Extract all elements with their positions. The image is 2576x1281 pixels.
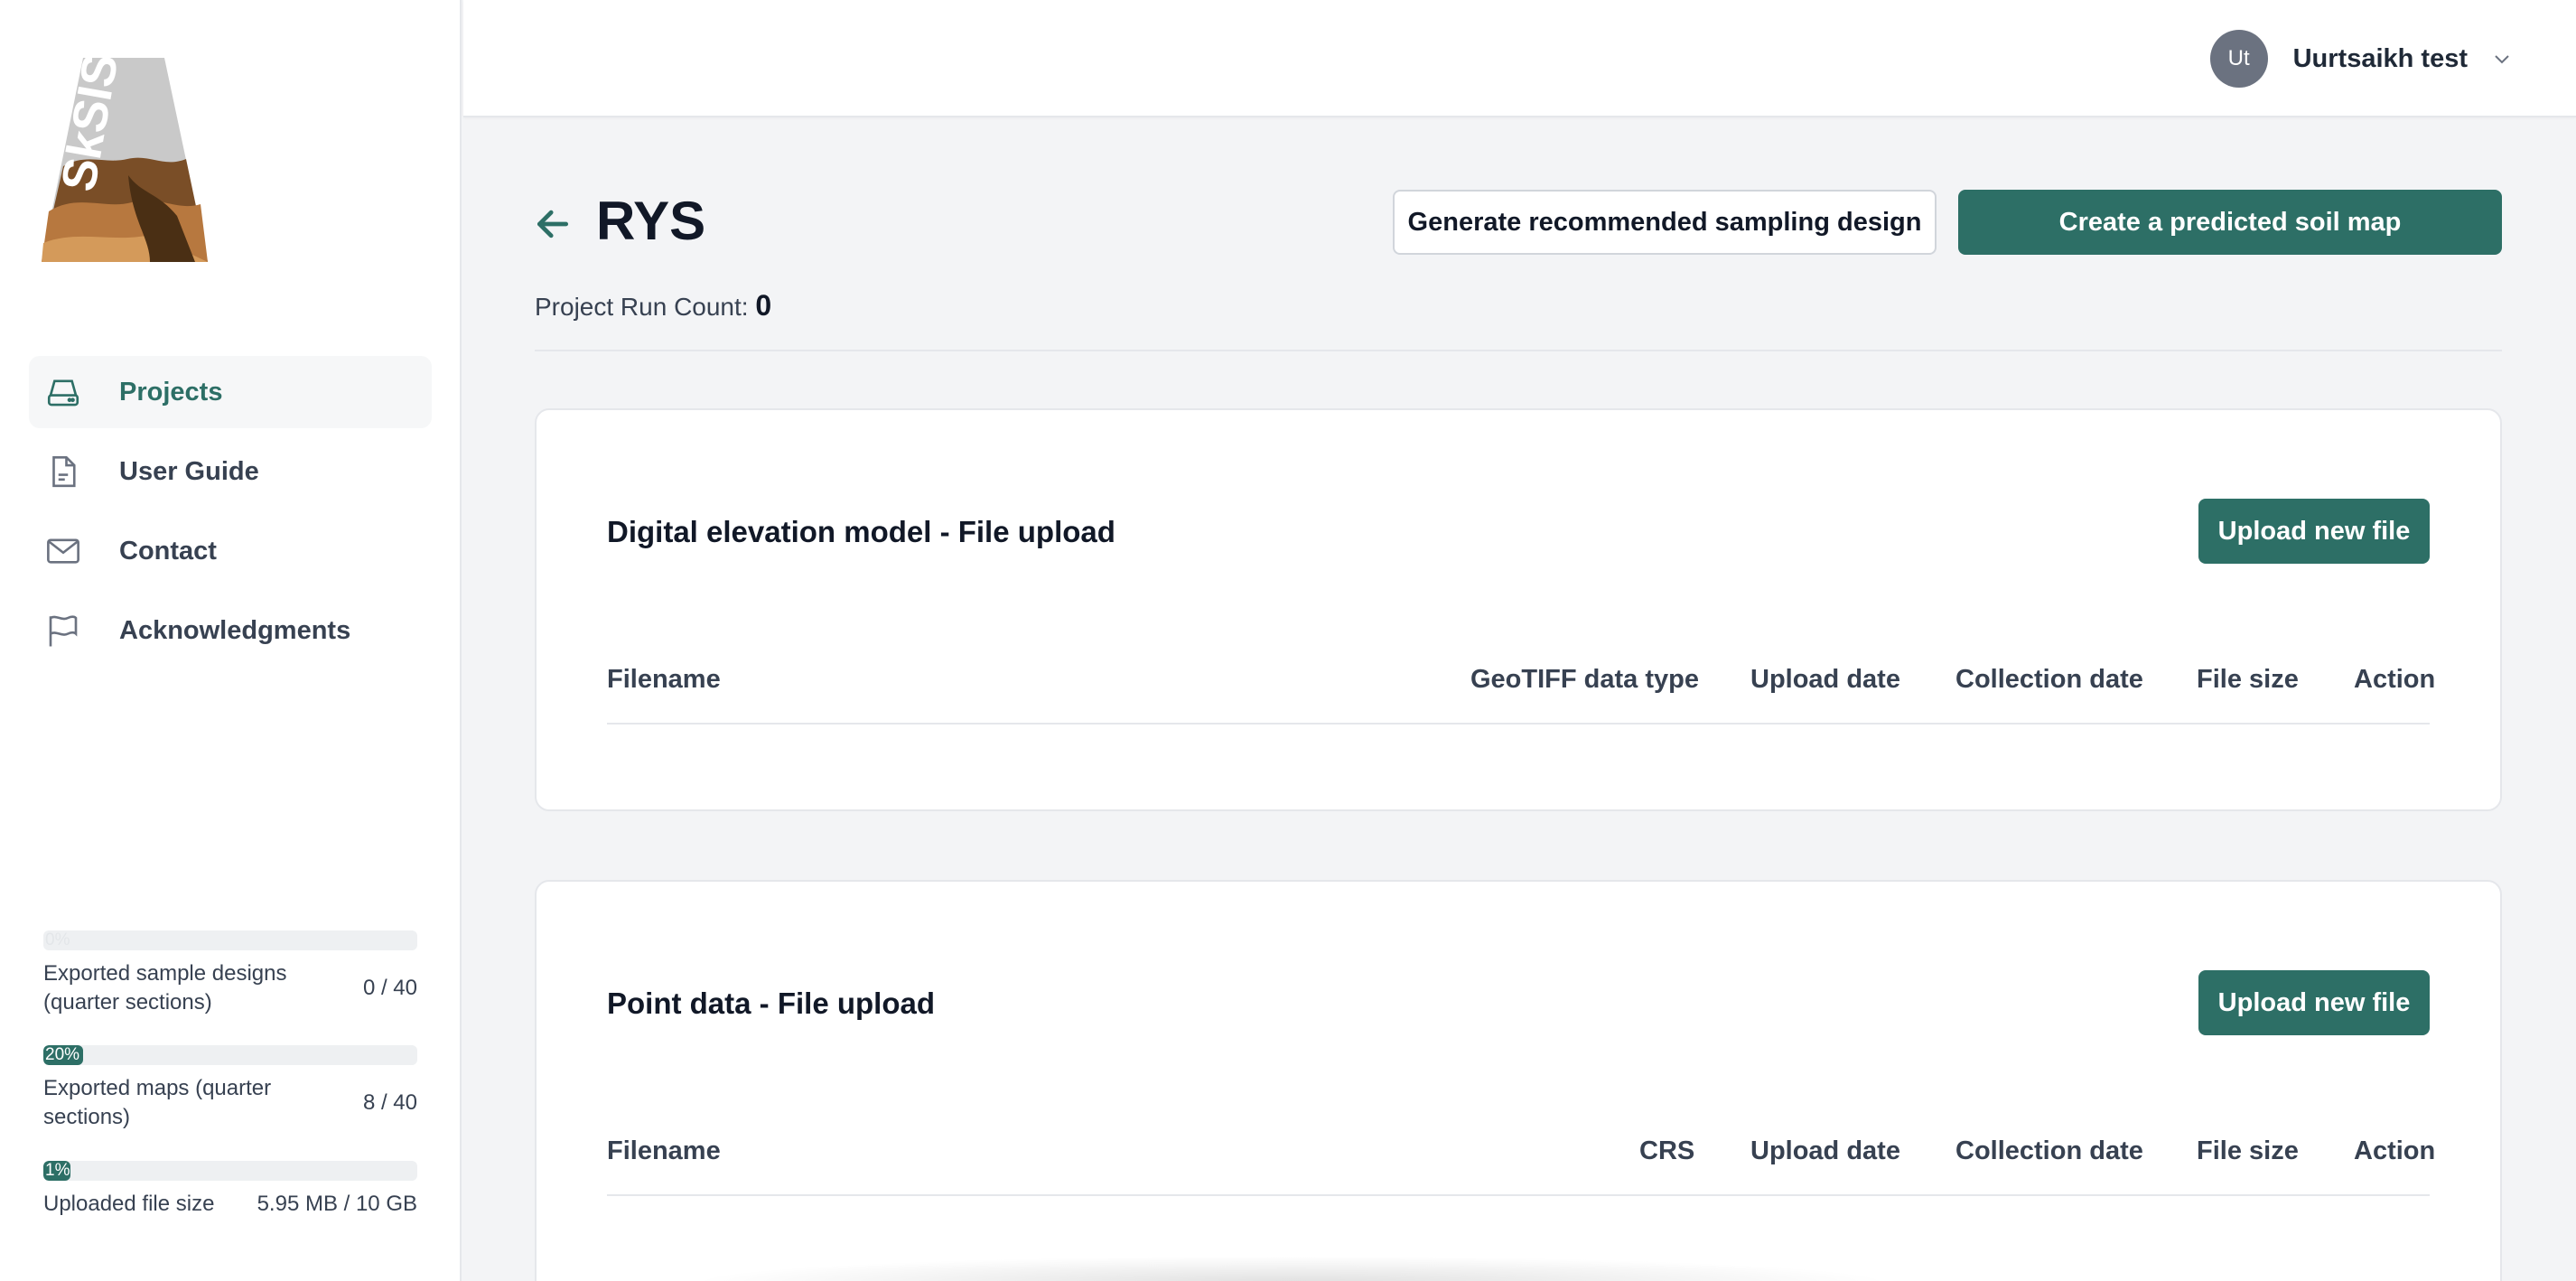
usage-label: Exported sample designs (quarter section… — [43, 961, 287, 1015]
usage-maps: 20% Exported maps (quarter sections) 8 /… — [43, 1045, 417, 1132]
progress-fill: 1% — [43, 1161, 70, 1181]
sidebar-item-label: Contact — [119, 536, 217, 566]
sidebar-item-label: Projects — [119, 377, 223, 407]
column-header[interactable]: Action — [2354, 1136, 2435, 1166]
project-run-count: Project Run Count: 0 — [535, 289, 771, 323]
column-header[interactable]: Collection date — [1955, 1136, 2143, 1166]
column-header[interactable]: File size — [2197, 1136, 2299, 1166]
avatar: Ut — [2209, 30, 2268, 88]
progress-bar: 20% — [43, 1045, 417, 1065]
create-soil-map-button[interactable]: Create a predicted soil map — [1958, 190, 2502, 255]
usage-sample-designs: 0% Exported sample designs (quarter sect… — [43, 930, 417, 1017]
table-divider — [607, 723, 2430, 725]
progress-bar: 0% — [43, 930, 417, 950]
upload-new-file-button[interactable]: Upload new file — [2198, 970, 2430, 1035]
column-header[interactable]: Collection date — [1955, 665, 2143, 695]
drive-icon — [43, 372, 83, 412]
user-menu[interactable]: Ut Uurtsaikh test — [2209, 30, 2513, 88]
top-header: Ut Uurtsaikh test — [463, 0, 2576, 117]
usage-value: 5.95 MB / 10 GB — [257, 1192, 417, 1216]
point-data-upload-card: Point data - File upload Upload new file… — [535, 880, 2502, 1281]
upload-new-file-button[interactable]: Upload new file — [2198, 499, 2430, 564]
run-count-label: Project Run Count: — [535, 293, 749, 321]
usage-file-size: 1% Uploaded file size 5.95 MB / 10 GB — [43, 1161, 417, 1219]
sidebar-item-label: Acknowledgments — [119, 615, 351, 645]
sidebar: SkSIS Projects User Guide Contact Acknow… — [0, 0, 462, 1281]
generate-sampling-design-button[interactable]: Generate recommended sampling design — [1393, 190, 1937, 255]
flag-icon — [43, 611, 83, 650]
column-header[interactable]: File size — [2197, 665, 2299, 695]
scroll-shadow — [686, 1256, 1897, 1281]
progress-fill: 0% — [45, 930, 70, 949]
table-divider — [607, 1194, 2430, 1196]
sidebar-item-contact[interactable]: Contact — [29, 515, 432, 587]
usage-value: 0 / 40 — [362, 976, 417, 1000]
sidebar-item-acknowledgments[interactable]: Acknowledgments — [29, 594, 432, 667]
column-header[interactable]: CRS — [1639, 1136, 1694, 1166]
column-header[interactable]: Upload date — [1750, 665, 1900, 695]
column-header[interactable]: Filename — [607, 665, 721, 695]
usage-value: 8 / 40 — [362, 1090, 417, 1115]
column-header[interactable]: Action — [2354, 665, 2435, 695]
user-name: Uurtsaikh test — [2292, 43, 2468, 73]
divider — [535, 350, 2502, 351]
column-header[interactable]: Filename — [607, 1136, 721, 1166]
back-arrow-icon[interactable] — [533, 204, 573, 244]
progress-bar: 1% — [43, 1161, 417, 1181]
sidebar-item-user-guide[interactable]: User Guide — [29, 435, 432, 508]
usage-label: Uploaded file size — [43, 1192, 215, 1216]
chevron-down-icon — [2495, 55, 2509, 64]
progress-fill: 20% — [43, 1045, 83, 1065]
sidebar-item-projects[interactable]: Projects — [29, 356, 432, 428]
sidebar-item-label: User Guide — [119, 456, 259, 486]
sksis-logo[interactable]: SkSIS — [42, 58, 208, 262]
page-title: RYS — [596, 191, 706, 251]
sidebar-nav: Projects User Guide Contact Acknowledgme… — [29, 356, 432, 674]
column-header[interactable]: GeoTIFF data type — [1470, 665, 1699, 695]
usage-label: Exported maps (quarter sections) — [43, 1076, 272, 1129]
run-count-value: 0 — [755, 289, 772, 322]
card-title: Digital elevation model - File upload — [607, 515, 1115, 548]
column-header[interactable]: Upload date — [1750, 1136, 1900, 1166]
dem-upload-card: Digital elevation model - File upload Up… — [535, 408, 2502, 811]
card-title: Point data - File upload — [607, 986, 935, 1020]
mail-icon — [43, 531, 83, 571]
document-icon — [43, 452, 83, 491]
